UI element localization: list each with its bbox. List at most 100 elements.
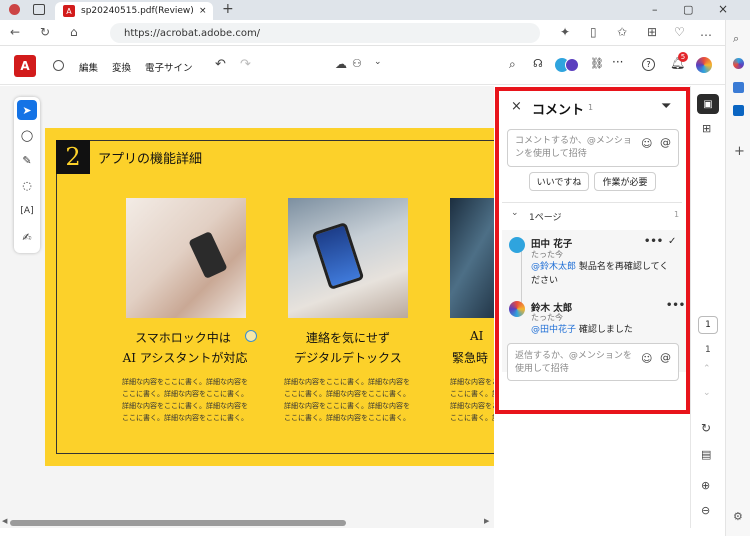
headset-icon[interactable]: ☊ [533,57,543,70]
minimize-button[interactable]: – [652,3,658,16]
sidebar-app-icon[interactable] [733,105,744,116]
maximize-button[interactable]: ▢ [683,3,693,16]
browser-tab-strip: A sp20240515.pdf(Review) - Adobe × + – ▢… [0,0,750,20]
page-up-icon[interactable]: ⌃ [703,364,711,374]
card2-caption-line2: デジタルデトックス [294,351,402,365]
mention-icon[interactable]: @ [660,136,671,149]
settings-more-icon[interactable]: … [700,25,712,39]
url-text: https://acrobat.adobe.com/ [124,27,261,39]
menu-convert[interactable]: 変換 [112,60,131,74]
comment-panel: × コメント 1 ⏷ コメントするか、@メンションを使用して招待 ☺ @ いいで… [494,86,690,528]
text-box-icon[interactable]: [A] [17,201,37,221]
close-panel-icon[interactable]: × [511,99,522,114]
profile-icon[interactable] [9,4,20,15]
page-down-icon[interactable]: ⌄ [703,388,711,398]
comment-input[interactable]: コメントするか、@メンションを使用して招待 ☺ @ [507,129,679,167]
card2-body: 詳細な内容をここに書く。詳細な内容を ここに書く。詳細な内容をここに書く。 詳細… [284,376,410,424]
favorites-icon[interactable]: ✩ [617,25,627,39]
tab-actions-icon[interactable] [33,4,45,15]
mention-icon[interactable]: @ [660,351,671,364]
card2-body-line: 詳細な内容をここに書く。詳細な内容を [284,378,410,386]
chevron-down-icon[interactable]: ⌄ [511,208,519,218]
reply-input[interactable]: 返信するか、@メンションを使用して招待 ☺ @ [507,343,679,381]
emoji-icon[interactable]: ☺ [641,352,652,365]
acrobat-toolbar: A 編集 変換 電子サイン ↶ ↷ ☁ ⚇ ⌄ ⌕ ☊ ⛓ ··· ? 🔔︎ 5 [0,47,725,85]
cloud-icon: ☁ [335,57,347,71]
slide-number: 2 [56,140,90,174]
zoom-in-icon[interactable]: ⊕ [701,479,710,492]
menu-e-sign[interactable]: 電子サイン [145,60,193,74]
like-button[interactable]: いいですね [529,172,589,191]
rotate-icon[interactable]: ↻ [701,421,711,435]
comments-count: 1 [588,103,594,112]
comment-icon[interactable]: ◯ [17,125,37,145]
collaborator-avatar-2[interactable] [565,58,579,72]
comment-more-button[interactable]: ••• [644,236,663,247]
emoji-icon[interactable]: ☺ [641,137,652,150]
copilot-icon[interactable] [733,58,744,69]
mention-link[interactable]: @田中花子 [531,325,576,335]
zoom-out-icon[interactable]: ⊖ [701,504,710,517]
card2-body-line: ここに書く。詳細な内容をここに書く。 [284,390,410,398]
window-close-button[interactable]: × [718,2,728,16]
refresh-icon[interactable]: ↻ [40,25,50,39]
scroll-right-icon[interactable]: ▶ [484,517,489,525]
tab-active[interactable]: A sp20240515.pdf(Review) - Adobe × [55,2,213,20]
resolve-check-icon[interactable]: ✓ [668,236,676,247]
comment-text: 確認しました [576,325,633,335]
comment-time: たった今 [531,250,563,259]
new-tab-button[interactable]: + [222,1,234,17]
avatar [509,237,525,253]
card1-body-line: ここに書く。詳細な内容をここに書く。 [122,414,248,422]
divider [502,202,682,203]
collections-icon[interactable]: ⊞ [647,25,657,39]
split-screen-icon[interactable]: ▯ [590,25,597,39]
photo-woman-smartphone [126,198,246,318]
card1-body-line: ここに書く。詳細な内容をここに書く。 [122,390,248,398]
extensions-icon[interactable]: ✦ [560,25,570,39]
right-tool-column: ▣ ⊞ 1 1 ⌃ ⌄ ↻ ▤ ⊕ ⊖ [690,86,725,528]
scroll-left-icon[interactable]: ◀ [2,517,7,525]
sidebar-settings-gear-icon[interactable]: ⚙ [733,510,743,523]
add-sidebar-app-icon[interactable]: + [734,144,745,159]
address-bar[interactable]: https://acrobat.adobe.com/ [110,23,540,43]
lasso-icon[interactable]: ◌ [17,175,37,195]
left-tool-rail: ➤ ◯ ✎ ◌ [A] ✍ [14,97,40,253]
photo-hands-smartphone [288,198,408,318]
browser-essentials-icon[interactable]: ♡ [674,25,685,39]
search-icon[interactable]: ⌕ [509,57,516,72]
chevron-down-icon[interactable]: ⌄ [374,57,382,67]
avatar [509,301,525,317]
work-needed-button[interactable]: 作業が必要 [594,172,656,191]
sidebar-search-icon[interactable]: ⌕ [733,32,739,46]
horizontal-scrollbar[interactable] [10,520,346,526]
menu-edit[interactable]: 編集 [79,60,98,74]
card3-caption-line2: 緊急時 [452,351,489,365]
photo-tech-city [450,198,494,318]
draw-pen-icon[interactable]: ✎ [17,150,37,170]
share-people-icon[interactable]: ⚇ [352,57,362,70]
comment-more-button[interactable]: ••• [666,300,685,311]
help-icon[interactable]: ? [642,58,655,71]
signature-icon[interactable]: ✍ [17,227,37,247]
page-section-label[interactable]: 1ページ [529,210,562,223]
more-icon[interactable]: ··· [612,55,623,69]
acrobat-logo-icon[interactable]: A [14,55,36,77]
link-icon[interactable]: ⛓ [590,57,604,70]
thumbnails-grid-icon[interactable]: ⊞ [702,122,711,135]
page-number-box[interactable]: 1 [698,316,718,334]
comments-panel-icon[interactable]: ▣ [697,94,719,114]
outlook-icon[interactable] [733,82,744,93]
comment-marker-icon[interactable] [245,330,257,342]
filter-icon[interactable]: ⏷ [661,99,671,114]
redo-icon[interactable]: ↷ [240,57,251,72]
mention-link[interactable]: @鈴木太郎 [531,262,576,272]
back-icon[interactable]: ← [10,25,20,39]
tab-close-icon[interactable]: × [199,6,207,16]
undo-icon[interactable]: ↶ [215,57,226,72]
user-avatar[interactable] [696,57,712,73]
page-extract-icon[interactable]: ▤ [701,448,711,461]
select-cursor-icon[interactable]: ➤ [17,100,37,120]
ai-assistant-icon[interactable] [53,60,64,71]
home-icon[interactable]: ⌂ [70,25,78,39]
